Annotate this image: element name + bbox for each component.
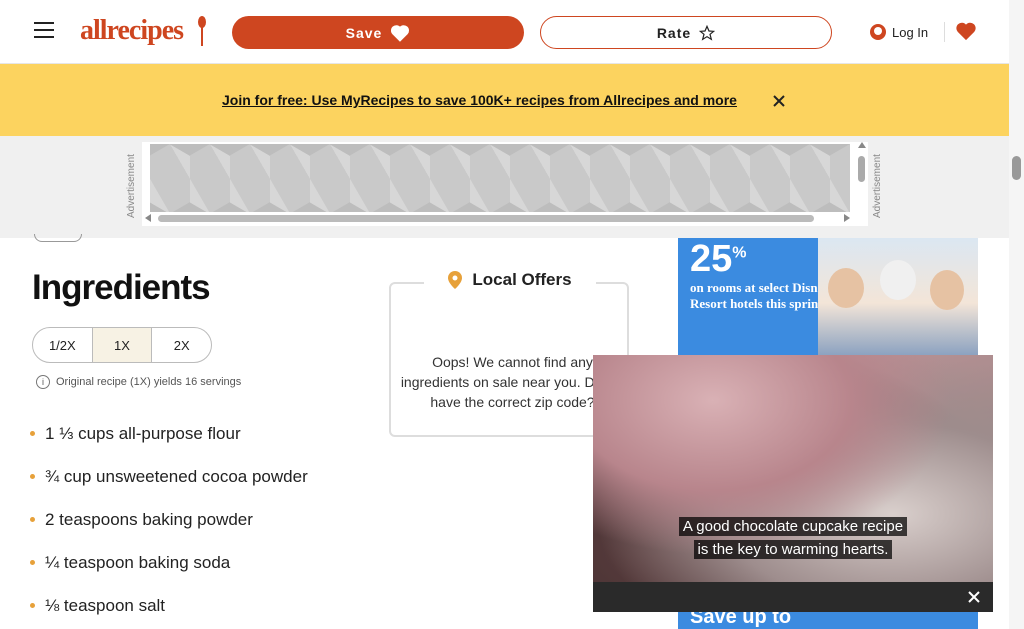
video-control-bar[interactable]	[593, 582, 993, 612]
ad-label-right: Advertisement	[872, 154, 883, 218]
ad-vertical-scrollbar[interactable]	[856, 142, 868, 212]
star-icon	[699, 24, 716, 41]
ad-vscroll-thumb[interactable]	[858, 156, 865, 182]
bullet-icon	[30, 431, 35, 436]
scale-half-option[interactable]: 1/2X	[33, 328, 93, 362]
video-player[interactable]: A good chocolate cupcake recipe is the k…	[593, 355, 993, 612]
ad-horizontal-scrollbar[interactable]	[142, 212, 852, 224]
ad-offer-text: on rooms at select Disney Resort hotels …	[690, 280, 830, 311]
servings-scale-toggle: 1/2X 1X 2X	[32, 327, 212, 363]
rate-label: Rate	[656, 24, 692, 41]
scroll-up-icon[interactable]	[858, 142, 866, 150]
site-logo[interactable]: allrecipes	[80, 14, 210, 48]
local-offers-message: Oops! We cannot find any ingredients on …	[400, 354, 625, 410]
page-scroll-thumb[interactable]	[1012, 156, 1021, 180]
ingredient-item[interactable]: 2 teaspoons baking powder	[30, 498, 375, 541]
ingredients-heading: Ingredients	[32, 268, 211, 307]
rate-button[interactable]: Rate	[540, 16, 832, 49]
video-caption: A good chocolate cupcake recipe is the k…	[678, 515, 908, 561]
scale-1x-option[interactable]: 1X	[92, 328, 153, 362]
yield-text: Original recipe (1X) yields 16 servings	[56, 376, 242, 388]
scroll-right-icon[interactable]	[842, 214, 850, 222]
bullet-icon	[30, 474, 35, 479]
ingredient-text: 2 teaspoons baking powder	[45, 509, 253, 529]
local-offers-title: Local Offers	[472, 270, 572, 289]
offers-toggle[interactable]	[505, 310, 517, 322]
user-icon	[870, 24, 886, 40]
ingredient-list: 1 ⅓ cups all-purpose flour ¾ cup unsweet…	[30, 412, 375, 627]
ingredient-item[interactable]: 1 ⅓ cups all-purpose flour	[30, 412, 375, 455]
page-scrollbar[interactable]	[1009, 0, 1024, 629]
ingredient-item[interactable]: ¼ teaspoon baking soda	[30, 541, 375, 584]
ingredient-item[interactable]: ⅛ teaspoon salt	[30, 584, 375, 627]
bullet-icon	[30, 603, 35, 608]
login-link[interactable]: Log In	[870, 21, 928, 43]
save-label: Save	[345, 24, 383, 41]
info-icon[interactable]: i	[36, 375, 50, 389]
partial-toggle	[34, 234, 82, 242]
heart-icon	[391, 24, 410, 42]
scroll-left-icon[interactable]	[145, 214, 153, 222]
ingredient-text: ¼ teaspoon baking soda	[45, 552, 231, 572]
save-button[interactable]: Save	[232, 16, 524, 49]
login-label: Log In	[892, 24, 929, 40]
spoon-icon	[198, 16, 206, 46]
location-pin-icon	[448, 271, 463, 289]
promo-bar: Join for free: Use MyRecipes to save 100…	[0, 64, 1009, 136]
promo-join-link[interactable]: Join for free: Use MyRecipes to save 100…	[222, 92, 757, 108]
menu-icon[interactable]	[31, 17, 57, 43]
ad-hscroll-thumb[interactable]	[158, 215, 814, 222]
video-close-icon[interactable]	[965, 588, 983, 606]
header-divider	[944, 22, 945, 42]
close-icon[interactable]	[770, 92, 788, 110]
ad-percent: 25%	[690, 238, 747, 280]
yield-info: i Original recipe (1X) yields 16 serving…	[36, 375, 241, 389]
ingredient-item[interactable]: ¾ cup unsweetened cocoa powder	[30, 455, 375, 498]
ad-photo	[818, 238, 978, 356]
favorites-heart-icon[interactable]	[955, 20, 977, 42]
bullet-icon	[30, 560, 35, 565]
ingredient-text: 1 ⅓ cups all-purpose flour	[45, 423, 241, 443]
bullet-icon	[30, 517, 35, 522]
ad-label-left: Advertisement	[126, 154, 137, 218]
logo-text: allrecipes	[80, 15, 184, 46]
scale-2x-option[interactable]: 2X	[152, 328, 211, 362]
ingredient-text: ¾ cup unsweetened cocoa powder	[45, 466, 308, 486]
ingredient-text: ⅛ teaspoon salt	[45, 595, 166, 615]
ad-cube-pattern	[150, 144, 850, 212]
local-offers-header: Local Offers	[424, 262, 596, 298]
site-header: allrecipes Save Rate Log In	[0, 0, 1009, 64]
